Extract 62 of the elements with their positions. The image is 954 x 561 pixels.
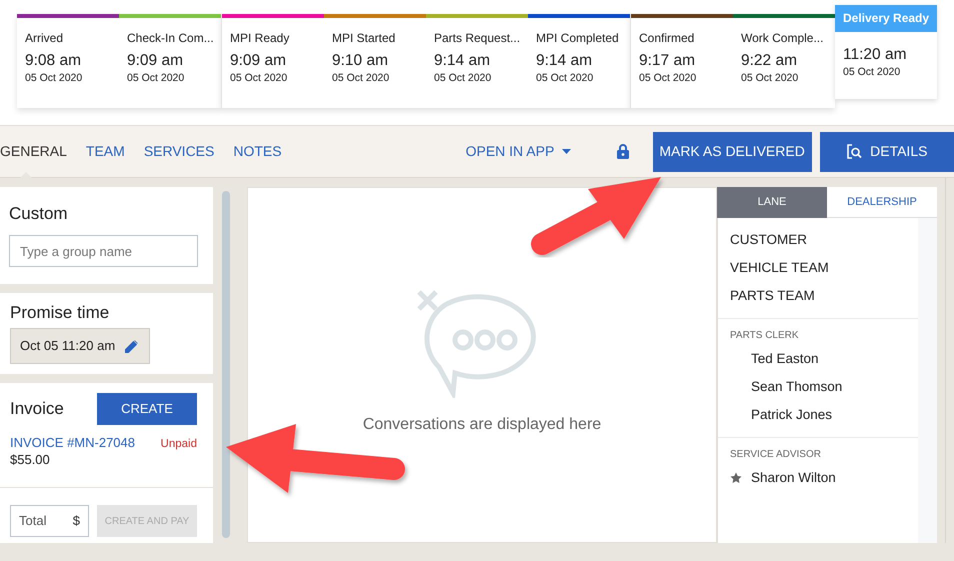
invoice-status: Unpaid [160,437,197,452]
stage-time: 9:22 am [741,51,798,71]
team-member[interactable]: CUSTOMER [730,230,808,250]
stage-time: 9:09 am [127,51,184,71]
stage-date: 05 Oct 2020 [434,71,492,85]
team-member[interactable]: Ted Easton [751,348,819,370]
stage-time: 9:17 am [639,51,696,71]
section-heading: PARTS CLERK [729,329,800,343]
stage-label: Work Comple... [741,30,824,46]
stage-date: 05 Oct 2020 [332,71,390,85]
scrollbar[interactable] [222,191,230,538]
stage-label: Confirmed [639,30,696,46]
stage-time: 11:20 am [842,45,908,65]
team-member[interactable]: VEHICLE TEAM [730,258,829,278]
team-member[interactable]: Sean Thomson [751,376,842,398]
mark-as-delivered-button[interactable]: MARK AS DELIVERED [652,132,812,172]
stage-date: 05 Oct 2020 [230,71,288,85]
group-name-field[interactable]: Type a group name [9,235,198,267]
stage-label: MPI Started [332,30,396,46]
stage-time: 9:08 am [25,51,82,71]
stage-date: 05 Oct 2020 [741,71,800,85]
stage-time: 9:14 am [434,51,492,71]
currency-symbol: $ [72,512,80,530]
invoice-link[interactable]: INVOICE #MN-27048 [10,435,135,451]
stage-label: MPI Completed [536,30,620,46]
create-button[interactable]: CREATE [97,393,197,425]
tab[interactable]: SERVICES [144,126,214,177]
promise-time-button[interactable]: Oct 05 11:20 am [10,328,150,364]
details-button[interactable]: DETAILS [820,132,954,172]
open-in-app-dropdown[interactable]: OPEN IN APP [466,141,572,162]
stage-time: 9:14 am [536,51,594,71]
panel-tab[interactable]: LANE [717,187,827,218]
card-title: Custom [9,203,69,225]
stage-label: MPI Ready [230,30,290,46]
stage-label: Check-In Com... [127,30,215,46]
card-title: Promise time [10,302,110,324]
stage-label: Parts Request... [434,30,522,46]
current-stage-label: Delivery Ready [835,5,937,32]
total-field[interactable]: Total $ [10,505,89,537]
stage-time: 9:09 am [230,51,288,71]
caret-icon [562,149,572,154]
stage-time: 9:10 am [332,51,390,71]
team-member[interactable]: PARTS TEAM [730,286,815,306]
document-search-icon [846,144,862,160]
stage-label: Arrived [25,30,64,46]
invoice-amount: $55.00 [9,452,50,468]
stage-date: 05 Oct 2020 [25,71,84,85]
team-member[interactable]: Sharon Wilton [751,468,836,488]
panel-tab[interactable]: DEALERSHIP [827,187,937,218]
empty-state-message: Conversations are displayed here [362,415,602,435]
card-title: Invoice [10,398,64,420]
stage-date: 05 Oct 2020 [127,71,186,85]
section-heading: SERVICE ADVISOR [729,448,822,462]
pencil-icon [125,340,138,352]
tab[interactable]: NOTES [233,126,282,177]
stage-date: 05 Oct 2020 [536,71,594,85]
tab[interactable]: TEAM [86,126,125,177]
team-member[interactable]: Patrick Jones [751,404,832,426]
tab[interactable]: GENERAL [0,126,67,177]
stage-date: 05 Oct 2020 [639,71,698,85]
stage-date: 05 Oct 2020 [842,65,902,79]
lock-icon[interactable] [617,144,630,158]
